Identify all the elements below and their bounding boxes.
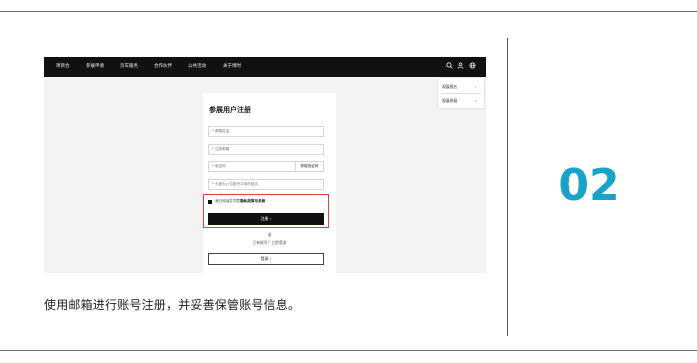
register-form-card: 参展用户注册 * 邮箱姓名 * 注册邮箱 * 验证码 获取验证码 * 长度为六位… [203, 93, 336, 273]
nav-item-1[interactable]: 参展申请 [86, 63, 104, 69]
agree-text: 我已阅读并同意隐私政策与条款 [215, 199, 265, 204]
top-nav: 项目合 参展申请 页车服务 合作伙伴 公共活动 关于博时 [44, 57, 486, 77]
nav-item-2[interactable]: 页车服务 [120, 63, 138, 69]
user-dropdown-menu: 观展报名 › 观展参展 › [438, 78, 484, 108]
nav-item-4[interactable]: 公共活动 [188, 63, 206, 69]
password-field[interactable]: * 长度为六位数号字母的组合 [208, 179, 324, 190]
dropdown-divider [441, 93, 481, 94]
dropdown-item-0[interactable]: 观展报名 [442, 84, 457, 90]
chevron-right-icon: › [475, 98, 477, 103]
step-caption: 使用邮箱进行账号注册，并妥善保管账号信息。 [44, 298, 301, 312]
privacy-policy-link[interactable]: 隐私政策与条款 [240, 199, 265, 203]
step-number: 02 [558, 160, 620, 211]
vertical-divider [507, 38, 508, 336]
register-button[interactable]: 注册 › [208, 213, 324, 225]
globe-icon[interactable] [469, 62, 476, 72]
or-divider-text: 或 [267, 232, 272, 237]
get-code-button[interactable]: 获取验证码 [295, 162, 323, 171]
nav-item-0[interactable]: 项目合 [56, 63, 70, 69]
nav-item-5[interactable]: 关于博时 [223, 63, 241, 69]
user-icon[interactable] [457, 62, 464, 72]
highlight-box: 我已阅读并同意隐私政策与条款 注册 › [203, 194, 329, 228]
search-icon[interactable] [446, 62, 453, 72]
login-button[interactable]: 登录 › [208, 253, 324, 265]
name-field[interactable]: * 邮箱姓名 [208, 126, 324, 137]
have-account-link[interactable]: 已有账号？立即登录 [203, 240, 336, 246]
top-rule [0, 11, 697, 12]
agree-checkbox[interactable] [208, 200, 212, 204]
form-title: 参展用户注册 [209, 106, 251, 114]
verification-code-field[interactable]: * 验证码 获取验证码 [208, 161, 324, 172]
dropdown-item-1[interactable]: 观展参展 [442, 98, 457, 104]
nav-item-3[interactable]: 合作伙伴 [154, 63, 172, 69]
bottom-rule [0, 350, 697, 351]
embedded-screenshot: 项目合 参展申请 页车服务 合作伙伴 公共活动 关于博时 观展报名 › 观展参展… [44, 57, 486, 273]
verification-code-placeholder: * 验证码 [212, 164, 226, 168]
email-field[interactable]: * 注册邮箱 [208, 144, 324, 155]
agree-prefix: 我已阅读并同意 [215, 199, 241, 203]
chevron-right-icon: › [475, 84, 477, 89]
